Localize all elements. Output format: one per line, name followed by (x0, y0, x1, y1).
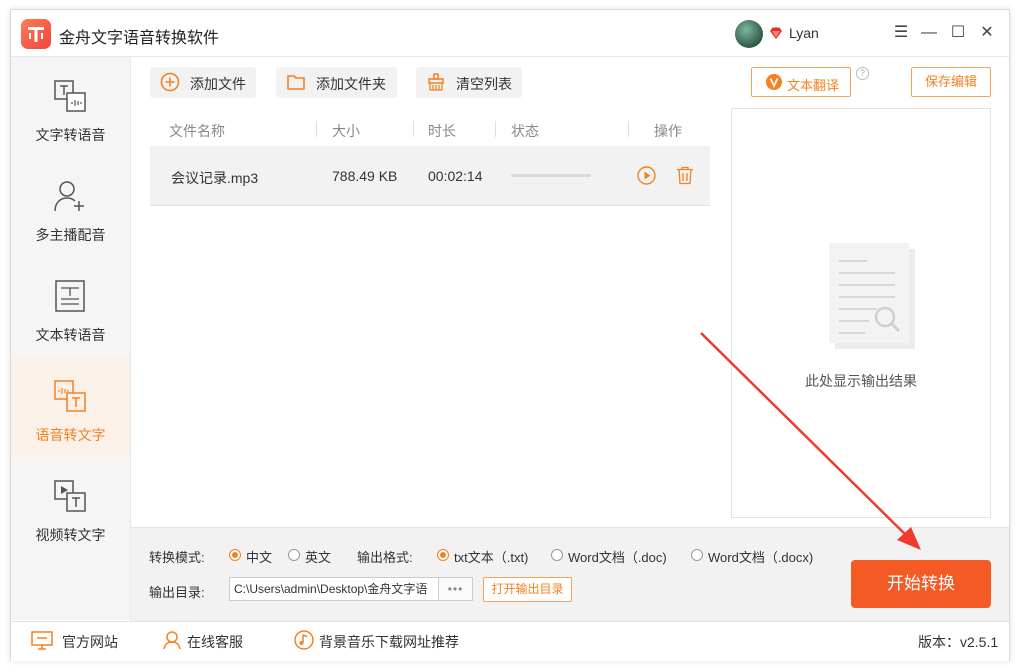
translate-button[interactable]: 文本翻译 (751, 67, 851, 97)
column-header-actions: 操作 (654, 123, 682, 139)
folder-icon (287, 75, 305, 90)
column-header-size: 大小 (332, 123, 360, 139)
help-icon[interactable]: ? (856, 67, 869, 80)
add-file-label: 添加文件 (190, 76, 246, 92)
mode-radio-english[interactable] (288, 549, 300, 561)
sidebar-item-multi-voice[interactable]: 多主播配音 (11, 157, 130, 257)
output-path-field[interactable]: C:\Users\admin\Desktop\金舟文字语 (229, 577, 439, 601)
format-option-label: Word文档（.doc) (568, 550, 667, 565)
music-note-icon (294, 630, 314, 650)
browse-button[interactable]: ••• (439, 577, 473, 601)
menu-icon[interactable]: ☰ (891, 23, 911, 43)
sidebar-item-text-to-speech[interactable]: 文字转语音 (11, 57, 130, 157)
broom-icon (428, 73, 444, 91)
mode-radio-chinese[interactable] (229, 549, 241, 561)
add-folder-button[interactable]: 添加文件夹 (276, 67, 397, 98)
sidebar-item-video-to-text[interactable]: 视频转文字 (11, 457, 130, 557)
clear-list-button[interactable]: 清空列表 (416, 67, 522, 98)
support-agent-icon (163, 631, 181, 650)
title-bar: 金舟文字语音转换软件 Lyan ☰ — ☐ ✕ (11, 10, 1009, 57)
delete-icon[interactable] (676, 166, 694, 185)
avatar[interactable] (735, 20, 763, 48)
column-header-status: 状态 (511, 123, 539, 139)
mode-option-label: 中文 (246, 550, 273, 565)
clear-list-label: 清空列表 (456, 76, 512, 92)
mode-option-label: 英文 (305, 550, 332, 565)
text-to-speech-icon (54, 80, 86, 112)
document-text-icon (55, 280, 85, 312)
minimize-button[interactable]: — (919, 23, 939, 43)
column-separator (628, 121, 629, 137)
play-icon[interactable] (637, 166, 656, 185)
document-search-icon (829, 243, 915, 349)
format-label: 输出格式: (357, 550, 413, 565)
add-user-icon (54, 181, 84, 212)
conversion-settings: 转换模式: 中文 英文 输出格式: txt文本（.txt) Word文档（.do… (131, 527, 1009, 621)
app-title: 金舟文字语音转换软件 (59, 30, 220, 47)
v-badge-icon (766, 74, 782, 90)
app-window: 金舟文字语音转换软件 Lyan ☰ — ☐ ✕ 文字转语音 多主播配音 文本转语… (10, 9, 1010, 661)
format-option-label: Word文档（.docx) (708, 550, 814, 565)
save-edit-button[interactable]: 保存编辑 (911, 67, 991, 97)
column-separator (495, 121, 496, 137)
sidebar-item-label: 多主播配音 (35, 227, 106, 243)
file-name: 会议记录.mp3 (171, 170, 259, 186)
vip-diamond-icon (770, 27, 782, 39)
file-size: 788.49 KB (332, 168, 398, 184)
close-button[interactable]: ✕ (977, 23, 997, 43)
column-separator (316, 121, 317, 137)
app-logo-icon (21, 19, 51, 49)
sidebar: 文字转语音 多主播配音 文本转语音 语音转文字 视频转文字 (11, 57, 131, 620)
progress-bar (511, 174, 591, 177)
online-support-link[interactable]: 在线客服 (187, 632, 243, 652)
start-convert-button[interactable]: 开始转换 (851, 560, 991, 608)
official-website-link[interactable]: 官方网站 (62, 632, 118, 652)
add-circle-icon (160, 72, 180, 92)
sidebar-item-label: 视频转文字 (35, 527, 106, 543)
sidebar-item-document-to-speech[interactable]: 文本转语音 (11, 257, 130, 357)
open-output-dir-button[interactable]: 打开输出目录 (483, 577, 572, 602)
speech-to-text-icon (54, 380, 86, 412)
version-label: 版本：v2.5.1 (918, 634, 999, 650)
output-placeholder-text: 此处显示输出结果 (805, 373, 917, 389)
add-folder-label: 添加文件夹 (316, 76, 386, 92)
music-download-link[interactable]: 背景音乐下载网址推荐 (319, 632, 459, 652)
maximize-button[interactable]: ☐ (948, 23, 968, 43)
status-bar: 官方网站 在线客服 背景音乐下载网址推荐 版本：v2.5.1 (11, 621, 1009, 661)
video-to-text-icon (54, 480, 86, 512)
username[interactable]: Lyan (789, 25, 819, 41)
output-dir-label: 输出目录: (149, 585, 205, 600)
mode-label: 转换模式: (149, 550, 205, 565)
file-duration: 00:02:14 (428, 168, 483, 184)
column-header-duration: 时长 (428, 123, 456, 139)
format-radio-docx[interactable] (691, 549, 703, 561)
format-option-label: txt文本（.txt) (454, 550, 529, 565)
column-header-name: 文件名称 (169, 123, 225, 139)
column-separator (413, 121, 414, 137)
sidebar-item-speech-to-text[interactable]: 语音转文字 (11, 357, 130, 457)
format-radio-txt[interactable] (437, 549, 449, 561)
translate-label: 文本翻译 (787, 78, 840, 93)
output-preview-panel: 此处显示输出结果 (731, 108, 991, 518)
sidebar-item-label: 文字转语音 (35, 127, 106, 143)
monitor-icon (31, 631, 53, 650)
sidebar-item-label: 语音转文字 (35, 427, 106, 443)
table-row[interactable]: 会议记录.mp3 788.49 KB 00:02:14 (150, 146, 710, 206)
sidebar-item-label: 文本转语音 (35, 327, 106, 343)
add-file-button[interactable]: 添加文件 (150, 67, 256, 98)
format-radio-doc[interactable] (551, 549, 563, 561)
